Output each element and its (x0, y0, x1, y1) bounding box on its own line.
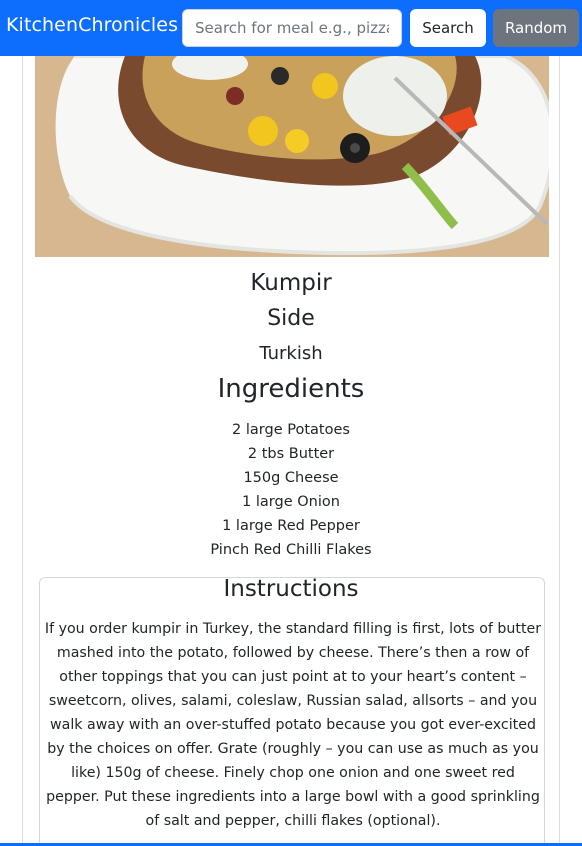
ingredient-item: 150g Cheese (243, 470, 339, 486)
instructions-text: If you order kumpir in Turkey, the stand… (44, 621, 542, 829)
instructions-heading: Instructions (223, 576, 359, 602)
ingredient-item: 2 tbs Butter (247, 446, 335, 462)
ingredient-item: 1 large Onion (242, 494, 340, 510)
ingredient-item: 1 large Red Pepper (222, 518, 360, 534)
meal-category: Side (267, 306, 315, 331)
search-button[interactable]: Search (410, 9, 486, 47)
meal-photo-illustration (35, 56, 549, 257)
ingredients-heading: Ingredients (217, 374, 365, 404)
random-button[interactable]: Random (493, 9, 579, 47)
search-input[interactable] (182, 9, 402, 47)
meal-image (35, 56, 549, 257)
brand-logo[interactable]: KitchenChronicles (6, 14, 178, 36)
ingredients-list: 2 large Potatoes 2 tbs Butter 150g Chees… (0, 418, 582, 562)
meal-area: Turkish (259, 343, 323, 364)
ingredient-item: Pinch Red Chilli Flakes (210, 542, 372, 558)
ingredient-item: 2 large Potatoes (232, 422, 350, 438)
navbar: KitchenChronicles Search Random (0, 0, 582, 56)
meal-name: Kumpir (250, 270, 332, 296)
